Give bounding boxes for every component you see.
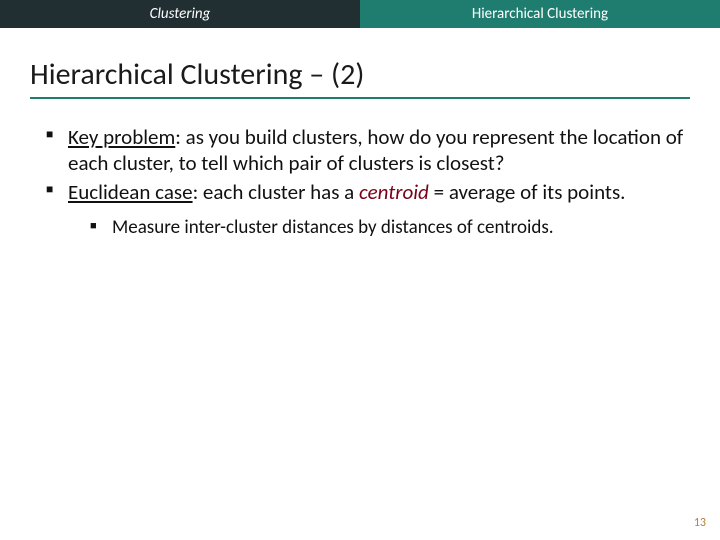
title-area: Hierarchical Clustering – (2) — [0, 28, 720, 107]
bullet-list: Key problem: as you build clusters, how … — [36, 125, 684, 239]
euclidean-mid: : each cluster has a — [193, 179, 359, 205]
centroid-word: centroid — [359, 179, 429, 205]
sub-bullet-measure: Measure inter-cluster distances by dista… — [90, 216, 684, 239]
slide-content: Key problem: as you build clusters, how … — [0, 107, 720, 239]
euclidean-tail: = average of its points. — [429, 179, 626, 205]
slide-title: Hierarchical Clustering – (2) — [30, 56, 690, 93]
header-right: Hierarchical Clustering — [360, 0, 720, 28]
header-left: Clustering — [0, 0, 360, 28]
key-problem-lead: Key problem — [68, 124, 175, 150]
page-number: 13 — [694, 516, 706, 530]
title-underline — [30, 97, 690, 99]
slide-header: Clustering Hierarchical Clustering — [0, 0, 720, 28]
bullet-key-problem: Key problem: as you build clusters, how … — [46, 125, 684, 176]
euclidean-lead: Euclidean case — [68, 179, 193, 205]
bullet-euclidean-case: Euclidean case: each cluster has a centr… — [46, 180, 684, 239]
sub-bullet-list: Measure inter-cluster distances by dista… — [68, 216, 684, 239]
